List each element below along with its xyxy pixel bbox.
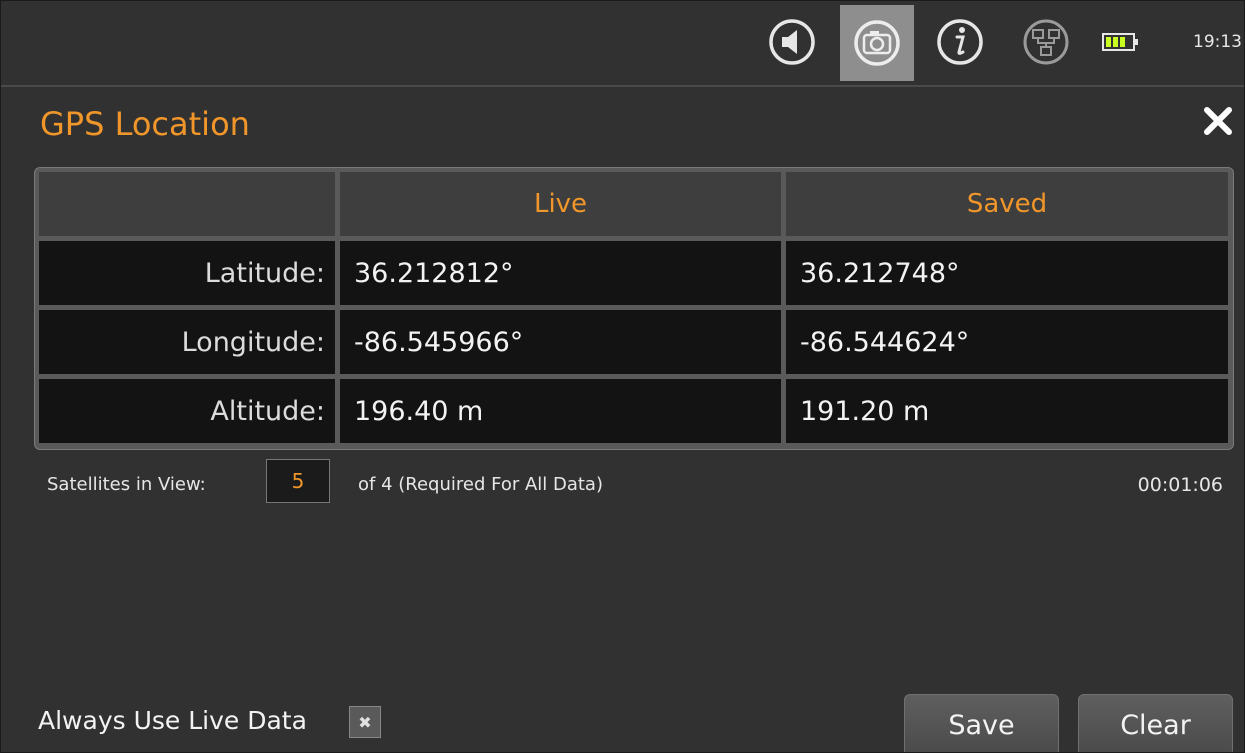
elapsed-time: 00:01:06	[1137, 474, 1223, 496]
satellites-count: 5	[266, 459, 330, 503]
altitude-saved-value: 191.20 m	[786, 379, 1228, 443]
gps-table: Live Saved Latitude: 36.212812° 36.21274…	[34, 167, 1234, 450]
latitude-saved-value: 36.212748°	[786, 241, 1228, 305]
longitude-live-value: -86.545966°	[340, 310, 781, 374]
page-title: GPS Location	[40, 105, 250, 143]
gps-location-screen: 19:13 GPS Location Live Saved Latitude: …	[0, 0, 1245, 753]
camera-icon[interactable]	[840, 5, 914, 81]
status-bar: 19:13	[1, 1, 1244, 87]
longitude-label: Longitude:	[39, 310, 335, 374]
network-icon[interactable]	[1017, 13, 1075, 71]
header-empty	[39, 172, 335, 236]
battery-segment	[1106, 37, 1111, 47]
satellites-requirement: of 4 (Required For All Data)	[358, 474, 603, 495]
info-icon[interactable]	[931, 13, 989, 71]
latitude-label: Latitude:	[39, 241, 335, 305]
header-saved: Saved	[786, 172, 1228, 236]
clear-button[interactable]: Clear	[1078, 694, 1233, 752]
altitude-label: Altitude:	[39, 379, 335, 443]
battery-icon	[1102, 32, 1140, 56]
save-button[interactable]: Save	[904, 694, 1059, 752]
latitude-live-value: 36.212812°	[340, 241, 781, 305]
always-use-live-data-checkbox[interactable]: ✖	[349, 706, 381, 738]
header-live: Live	[340, 172, 781, 236]
clock: 19:13	[1193, 32, 1242, 52]
altitude-live-value: 196.40 m	[340, 379, 781, 443]
battery-segment	[1120, 37, 1125, 47]
volume-icon[interactable]	[763, 13, 821, 71]
battery-segment	[1113, 37, 1118, 47]
satellites-label: Satellites in View:	[47, 474, 206, 495]
always-use-live-data-label: Always Use Live Data	[38, 706, 307, 735]
close-icon[interactable]	[1198, 101, 1238, 141]
longitude-saved-value: -86.544624°	[786, 310, 1228, 374]
